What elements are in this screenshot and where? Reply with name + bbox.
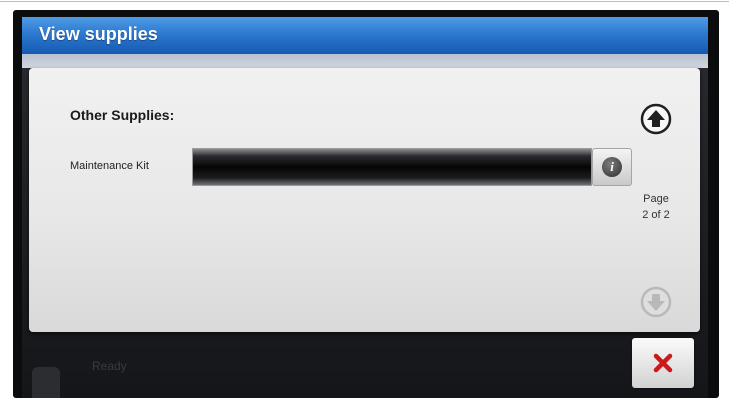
title-band [22, 54, 708, 68]
page-title: View supplies [39, 24, 158, 44]
status-text: Ready [92, 359, 127, 373]
arrow-up-circle-icon [640, 103, 672, 135]
supply-level-bar[interactable] [192, 148, 592, 186]
close-button[interactable] [632, 338, 694, 388]
page-indicator-count: 2 of 2 [642, 209, 670, 221]
title-bar: View supplies [22, 17, 708, 55]
section-heading: Other Supplies: [70, 107, 175, 123]
page-up-button[interactable] [638, 101, 674, 137]
help-icon[interactable] [32, 367, 60, 398]
page-down-button[interactable] [638, 284, 674, 320]
status-bar: Ready [22, 338, 708, 398]
arrow-down-circle-icon [640, 286, 672, 318]
page-indicator: Page 2 of 2 [632, 191, 680, 223]
page-indicator-label: Page [643, 193, 669, 205]
top-divider [0, 1, 729, 2]
printer-screen: View supplies Other Supplies: Maintenanc… [22, 17, 708, 398]
info-button[interactable]: i [592, 148, 632, 186]
close-x-icon [653, 353, 673, 373]
supply-item-label: Maintenance Kit [70, 160, 149, 172]
info-icon: i [602, 157, 622, 177]
supplies-panel: Other Supplies: Maintenance Kit i Page 2… [29, 68, 700, 332]
